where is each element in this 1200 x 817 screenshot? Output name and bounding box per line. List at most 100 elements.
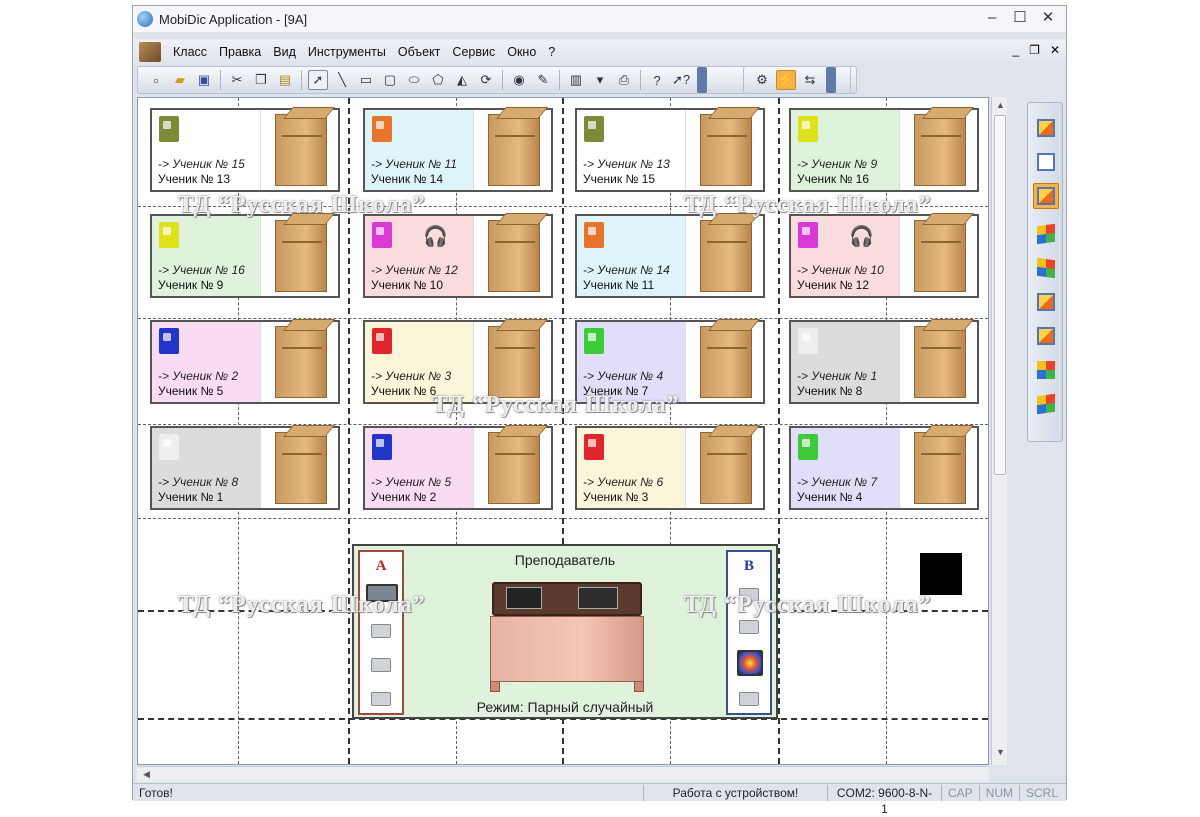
palette-windows-flag-icon[interactable] bbox=[1033, 391, 1059, 417]
student-assignment: -> Ученик № 10 bbox=[797, 263, 884, 277]
device-icon[interactable]: ⚙ bbox=[752, 70, 772, 90]
lightning-icon[interactable]: ⚡ bbox=[776, 70, 796, 90]
palette-desk-pair-icon[interactable] bbox=[1033, 149, 1059, 175]
student-card[interactable]: -> Ученик № 5 Ученик № 2 bbox=[363, 426, 553, 510]
pointer-icon[interactable]: ➚ bbox=[308, 70, 328, 90]
menu-help[interactable]: ? bbox=[542, 45, 561, 59]
student-card[interactable]: -> Ученик № 13 Ученик № 15 bbox=[575, 108, 765, 192]
maximize-button[interactable]: ☐ bbox=[1006, 8, 1034, 28]
vertical-scrollbar[interactable]: ▲ ▼ bbox=[991, 97, 1007, 765]
desk-image bbox=[275, 220, 327, 292]
menu-window[interactable]: Окно bbox=[501, 45, 542, 59]
menu-class[interactable]: Класс bbox=[167, 45, 213, 59]
document-icon[interactable] bbox=[139, 42, 161, 62]
mdi-close-button[interactable]: ✕ bbox=[1050, 43, 1060, 57]
print-icon[interactable]: ⎙ bbox=[614, 70, 634, 90]
student-card[interactable]: -> Ученик № 7 Ученик № 4 bbox=[789, 426, 979, 510]
student-card[interactable]: 🎧 -> Ученик № 10 Ученик № 12 bbox=[789, 214, 979, 298]
close-button[interactable]: ✕ bbox=[1034, 8, 1062, 28]
palette-desk-row-icon[interactable] bbox=[1033, 183, 1059, 209]
panel-a: А bbox=[358, 550, 404, 715]
student-card[interactable]: -> Ученик № 4 Ученик № 7 bbox=[575, 320, 765, 404]
rounded-rect-icon[interactable]: ▢ bbox=[380, 70, 400, 90]
palette-windows-alt-icon[interactable] bbox=[1033, 255, 1059, 281]
device-toolbar: ⚙ ⚡ ⇆ bbox=[743, 66, 851, 94]
camera-icon[interactable] bbox=[371, 692, 391, 706]
panel-a-label: А bbox=[375, 558, 387, 574]
student-station: Ученик № 3 bbox=[583, 490, 649, 504]
palette-desk-group-icon[interactable] bbox=[1033, 115, 1059, 141]
open-icon[interactable]: ▰ bbox=[170, 70, 190, 90]
paste-icon[interactable]: ▤ bbox=[275, 70, 295, 90]
student-card[interactable]: -> Ученик № 8 Ученик № 1 bbox=[150, 426, 340, 510]
menu-view[interactable]: Вид bbox=[267, 45, 302, 59]
mdi-restore-button[interactable]: ❐ bbox=[1029, 43, 1040, 57]
fill-shape-icon[interactable]: ◭ bbox=[452, 70, 472, 90]
mdi-minimize-button[interactable]: _ bbox=[1012, 43, 1019, 57]
color-wheel-icon[interactable] bbox=[737, 650, 763, 676]
dropdown-arrow-icon[interactable]: ▾ bbox=[590, 70, 610, 90]
palette-windows-icon[interactable] bbox=[1033, 221, 1059, 247]
tape-recorder-icon[interactable] bbox=[366, 584, 398, 602]
menu-object[interactable]: Объект bbox=[392, 45, 447, 59]
menu-edit[interactable]: Правка bbox=[213, 45, 267, 59]
scroll-down-icon[interactable]: ▼ bbox=[996, 747, 1005, 757]
student-card[interactable]: -> Ученик № 15 Ученик № 13 bbox=[150, 108, 340, 192]
camera-icon[interactable] bbox=[739, 692, 759, 706]
student-card[interactable]: -> Ученик № 6 Ученик № 3 bbox=[575, 426, 765, 510]
student-card[interactable]: -> Ученик № 3 Ученик № 6 bbox=[363, 320, 553, 404]
menu-service[interactable]: Сервис bbox=[446, 45, 501, 59]
classroom-canvas[interactable]: -> Ученик № 15 Ученик № 13 -> Ученик № 11 У… bbox=[137, 97, 989, 765]
frame-icon[interactable]: ▥ bbox=[566, 70, 586, 90]
rotate-icon[interactable]: ⟳ bbox=[476, 70, 496, 90]
horizontal-scrollbar[interactable]: ◀ bbox=[137, 766, 989, 782]
student-station: Ученик № 9 bbox=[158, 278, 224, 292]
new-icon[interactable]: ▫ bbox=[146, 70, 166, 90]
computer-icon bbox=[159, 328, 179, 354]
student-card[interactable]: -> Ученик № 9 Ученик № 16 bbox=[789, 108, 979, 192]
student-card[interactable]: -> Ученик № 1 Ученик № 8 bbox=[789, 320, 979, 404]
cut-icon[interactable]: ✂ bbox=[227, 70, 247, 90]
context-help-icon[interactable]: ➚? bbox=[671, 70, 691, 90]
monitor-icon[interactable] bbox=[371, 658, 391, 672]
scroll-left-icon[interactable]: ◀ bbox=[143, 769, 150, 780]
polygon-icon[interactable]: ⬠ bbox=[428, 70, 448, 90]
screen-icon[interactable] bbox=[371, 624, 391, 638]
title-bar[interactable]: MobiDic Application - [9А] – ☐ ✕ bbox=[133, 6, 1066, 32]
black-square-object[interactable] bbox=[920, 553, 962, 595]
help-icon[interactable]: ? bbox=[647, 70, 667, 90]
palette-group-a-icon[interactable] bbox=[1033, 289, 1059, 315]
palette-office-icon[interactable] bbox=[1033, 357, 1059, 383]
vertical-scroll-thumb[interactable] bbox=[994, 115, 1006, 475]
student-card[interactable]: 🎧 -> Ученик № 12 Ученик № 10 bbox=[363, 214, 553, 298]
bucket-icon[interactable]: ◉ bbox=[509, 70, 529, 90]
teacher-station[interactable]: А Преподаватель Режим: Парный случайный … bbox=[352, 544, 778, 719]
copy-icon[interactable]: ❐ bbox=[251, 70, 271, 90]
line-icon[interactable]: ╲ bbox=[332, 70, 352, 90]
toolbar2-overflow[interactable] bbox=[826, 67, 836, 93]
scroll-up-icon[interactable]: ▲ bbox=[996, 100, 1005, 110]
menu-tools[interactable]: Инструменты bbox=[302, 45, 392, 59]
student-card[interactable]: -> Ученик № 2 Ученик № 5 bbox=[150, 320, 340, 404]
rectangle-icon[interactable]: ▭ bbox=[356, 70, 376, 90]
save-icon[interactable]: ▣ bbox=[194, 70, 214, 90]
desk-image bbox=[914, 220, 966, 292]
student-assignment: -> Ученик № 11 bbox=[371, 157, 457, 171]
connect-icon[interactable]: ⇆ bbox=[800, 70, 820, 90]
student-card[interactable]: -> Ученик № 11 Ученик № 14 bbox=[363, 108, 553, 192]
status-ready: Готов! bbox=[139, 785, 173, 800]
keyboard-icon[interactable] bbox=[739, 588, 759, 602]
ellipse-icon[interactable]: ⬭ bbox=[404, 70, 424, 90]
student-assignment: -> Ученик № 12 bbox=[371, 263, 458, 277]
window-title: MobiDic Application - [9А] bbox=[159, 11, 308, 27]
brush-icon[interactable]: ✎ bbox=[533, 70, 553, 90]
minimize-button[interactable]: – bbox=[978, 8, 1006, 28]
screen-icon[interactable] bbox=[739, 620, 759, 634]
student-card[interactable]: -> Ученик № 14 Ученик № 11 bbox=[575, 214, 765, 298]
student-assignment: -> Ученик № 15 bbox=[158, 157, 245, 171]
toolbar-overflow[interactable] bbox=[697, 67, 707, 93]
palette-group-b-icon[interactable] bbox=[1033, 323, 1059, 349]
desk-image bbox=[914, 432, 966, 504]
student-card[interactable]: -> Ученик № 16 Ученик № 9 bbox=[150, 214, 340, 298]
desk-image bbox=[488, 432, 540, 504]
